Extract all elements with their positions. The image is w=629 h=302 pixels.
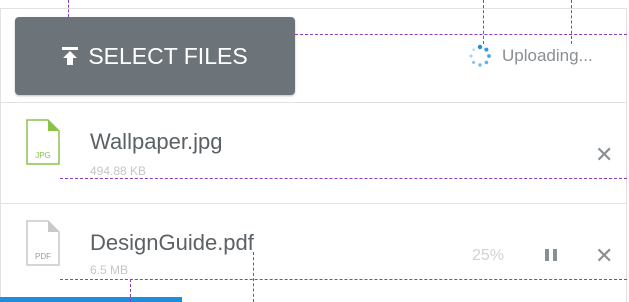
upload-progress-bar (0, 297, 182, 302)
file-name: Wallpaper.jpg (90, 129, 223, 154)
spinner-icon (469, 44, 491, 67)
upload-arrow-icon (62, 47, 79, 65)
close-icon[interactable]: ✕ (595, 245, 613, 267)
file-size: 6.5 MB (90, 263, 129, 277)
file-size: 494.88 KB (90, 164, 147, 178)
upload-status: Uploading... (468, 44, 593, 68)
status-text: Uploading... (502, 46, 593, 65)
file-type-label: JPG (35, 151, 51, 160)
jpg-file-icon: JPG (26, 119, 60, 165)
file-name: DesignGuide.pdf (90, 230, 254, 255)
progress-percent: 25% (472, 247, 505, 264)
pause-icon[interactable] (545, 249, 557, 261)
file-type-label: PDF (35, 252, 51, 261)
divider (1, 203, 627, 204)
close-icon[interactable]: ✕ (595, 144, 613, 166)
select-files-label: SELECT FILES (88, 42, 248, 69)
divider (1, 102, 627, 103)
select-files-button[interactable]: SELECT FILES (15, 17, 295, 95)
pdf-file-icon: PDF (26, 220, 60, 266)
